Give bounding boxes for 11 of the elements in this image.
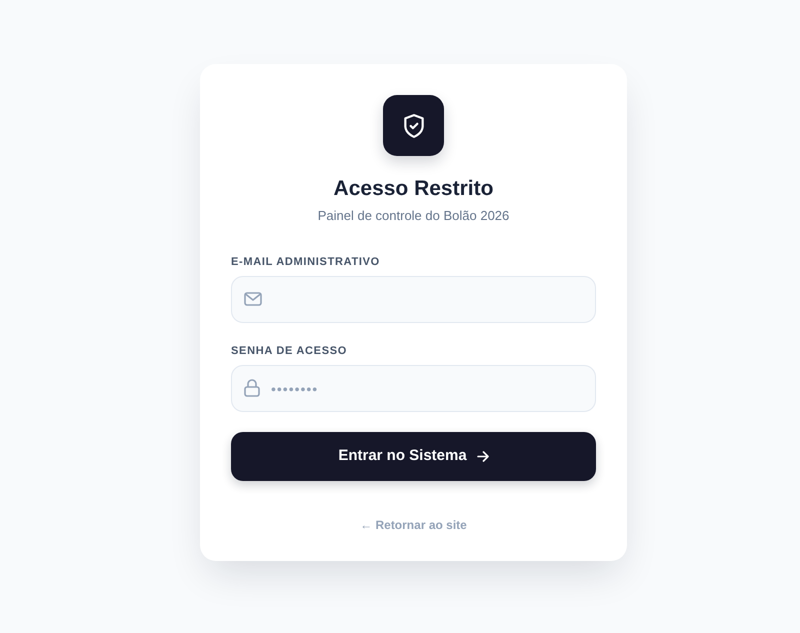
envelope-icon [244, 292, 262, 306]
card-subtitle: Painel de controle do Bolão 2026 [318, 207, 510, 225]
field-label: E-MAIL ADMINISTRATIVO [231, 255, 381, 269]
card-title: Acesso Restrito [334, 176, 494, 202]
arrow-right-icon [476, 451, 489, 462]
submit-button[interactable]: Entrar no Sistema [231, 432, 596, 481]
field-label: SENHA DE ACESSO [231, 344, 348, 358]
lock-icon [244, 379, 260, 397]
password-field[interactable]: •••••••• [231, 365, 596, 412]
shield-check-icon [383, 95, 444, 156]
email-field[interactable] [231, 276, 596, 323]
